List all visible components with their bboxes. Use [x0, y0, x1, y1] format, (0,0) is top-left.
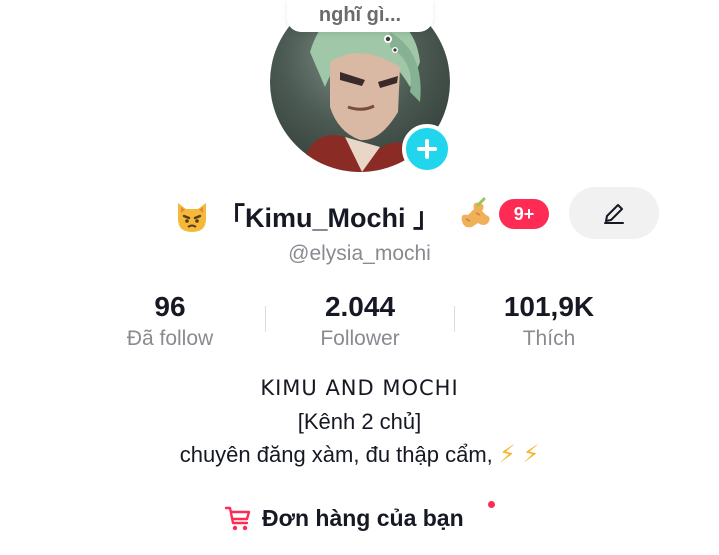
ginger-icon — [461, 197, 490, 228]
stat-label: Đã follow — [126, 327, 214, 350]
bubble-tail-dots — [384, 35, 398, 53]
stat-followers[interactable]: 2.044 Follower — [275, 290, 445, 354]
display-name: 「Kimu_Mochi 」 — [218, 203, 441, 233]
stat-value: 96 — [154, 291, 186, 322]
bio-line-2: [Kênh 2 chủ] — [297, 409, 422, 434]
bio-line-3-text: chuyên đăng xàm, đu thập cẩm, — [179, 442, 493, 467]
add-story-button[interactable] — [402, 124, 452, 174]
plus-icon — [417, 139, 437, 159]
note-text: nghĩ gì... — [318, 4, 402, 26]
pencil-icon — [604, 204, 624, 224]
stat-label: Follower — [320, 327, 400, 350]
profile-stats: 96 Đã follow 2.044 Follower 101,9K Thích — [0, 290, 719, 360]
stat-following[interactable]: 96 Đã follow — [85, 290, 255, 354]
stat-divider — [265, 306, 266, 332]
lightning-icon: ⚡ ⚡ — [498, 441, 540, 468]
profile-name-row: 「Kimu_Mochi 」 9+ — [0, 187, 719, 240]
stat-value: 101,9K — [503, 291, 595, 322]
stat-divider — [454, 306, 455, 332]
profile-bio: KIMU AND MOCHI [Kênh 2 chủ] chuyên đăng … — [0, 372, 719, 471]
pouting-cat-icon — [178, 203, 206, 232]
orders-notification-dot — [488, 501, 495, 508]
orders-label: Đơn hàng của bạn — [262, 504, 464, 531]
orders-link-row: Đơn hàng của bạn — [0, 500, 719, 536]
bio-line-3: chuyên đăng xàm, đu thập cẩm, ⚡ ⚡ — [0, 438, 719, 471]
stat-label: Thích — [522, 327, 576, 350]
orders-link[interactable]: Đơn hàng của bạn — [224, 500, 464, 536]
username: @elysia_mochi — [288, 242, 431, 265]
bio-line-1: KIMU AND MOCHI — [260, 376, 459, 400]
cart-icon — [224, 506, 251, 531]
stat-value: 2.044 — [324, 291, 396, 322]
stat-likes[interactable]: 101,9K Thích — [464, 290, 634, 354]
note-bubble[interactable]: nghĩ gì... — [287, 0, 433, 32]
notification-badge[interactable]: 9+ — [499, 199, 549, 229]
edit-profile-button[interactable] — [569, 187, 659, 239]
